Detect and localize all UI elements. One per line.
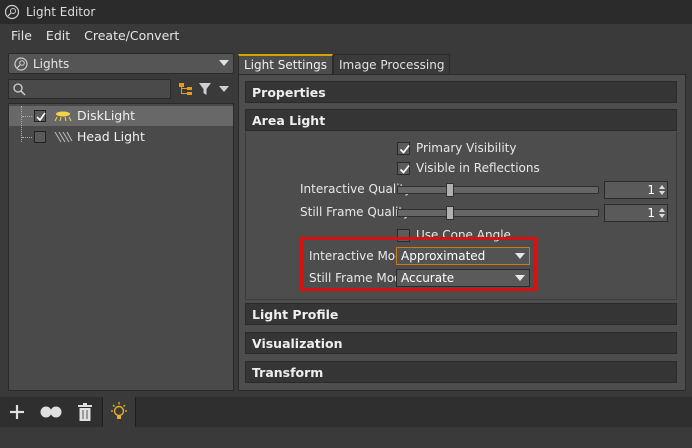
chevron-down-icon bbox=[219, 60, 229, 66]
menu-file[interactable]: File bbox=[4, 28, 39, 43]
tree-item-head-light[interactable]: Head Light bbox=[9, 127, 233, 147]
visible-in-reflections-checkbox[interactable] bbox=[397, 161, 410, 175]
section-properties[interactable]: Properties bbox=[245, 81, 677, 103]
interactive-quality-slider[interactable] bbox=[397, 183, 599, 197]
tree-item-label: DiskLight bbox=[77, 108, 136, 123]
delete-button[interactable] bbox=[68, 397, 102, 427]
disklight-visibility-checkbox[interactable] bbox=[34, 110, 46, 122]
disk-light-icon bbox=[54, 111, 72, 122]
slider-handle[interactable] bbox=[446, 206, 454, 220]
add-light-button[interactable] bbox=[0, 397, 34, 427]
section-light-profile[interactable]: Light Profile bbox=[245, 303, 677, 325]
plus-icon bbox=[10, 405, 24, 419]
tree-item-label: Head Light bbox=[77, 129, 145, 144]
light-mode-button[interactable] bbox=[102, 397, 136, 427]
checkmark-icon bbox=[36, 112, 46, 122]
head-light-icon bbox=[54, 131, 73, 143]
visible-in-reflections-row: Visible in Reflections bbox=[397, 158, 540, 178]
search-input[interactable] bbox=[27, 81, 175, 97]
lightbulb-icon bbox=[111, 402, 127, 419]
section-visualization[interactable]: Visualization bbox=[245, 332, 677, 354]
filter-button[interactable] bbox=[196, 79, 215, 99]
trash-icon bbox=[78, 403, 92, 421]
tree-item-disklight[interactable]: DiskLight bbox=[9, 106, 233, 142]
chevron-down-icon bbox=[219, 86, 230, 92]
visible-in-reflections-label: Visible in Reflections bbox=[416, 161, 540, 175]
tab-light-settings[interactable]: Light Settings bbox=[238, 54, 333, 74]
tab-image-processing[interactable]: Image Processing bbox=[332, 54, 451, 74]
spin-up-icon[interactable] bbox=[659, 208, 665, 212]
still-frame-quality-label: Still Frame Quality bbox=[300, 205, 411, 219]
menu-edit[interactable]: Edit bbox=[39, 28, 77, 43]
bottom-toolbar bbox=[0, 397, 692, 427]
window-title: Light Editor bbox=[26, 5, 96, 19]
section-transform[interactable]: Transform bbox=[245, 361, 677, 383]
interactive-quality-value: 1 bbox=[647, 183, 655, 197]
spin-down-icon[interactable] bbox=[659, 191, 665, 195]
checkmark-icon bbox=[399, 144, 410, 154]
head-light-visibility-checkbox[interactable] bbox=[34, 131, 46, 143]
primary-visibility-checkbox[interactable] bbox=[397, 141, 410, 155]
still-frame-quality-value: 1 bbox=[647, 206, 655, 220]
menu-create-convert[interactable]: Create/Convert bbox=[77, 28, 186, 43]
settings-tabs: Light Settings Image Processing bbox=[238, 54, 451, 74]
section-area-light[interactable]: Area Light bbox=[245, 109, 677, 131]
spin-up-icon[interactable] bbox=[659, 185, 665, 189]
filter-icon bbox=[199, 83, 212, 95]
lights-combo-label: Lights bbox=[33, 56, 70, 71]
highlight-annotation bbox=[300, 237, 537, 291]
primary-visibility-row: Primary Visibility bbox=[397, 138, 516, 158]
filter-options-button[interactable] bbox=[215, 79, 234, 99]
status-bar bbox=[0, 427, 692, 448]
primary-visibility-label: Primary Visibility bbox=[416, 141, 517, 155]
menu-bar: File Edit Create/Convert bbox=[0, 24, 692, 46]
lights-combo[interactable]: Lights bbox=[8, 53, 234, 74]
still-frame-quality-slider[interactable] bbox=[397, 206, 599, 220]
light-settings-panel: Properties Area Light Primary Visibility… bbox=[238, 74, 686, 391]
hierarchy-icon bbox=[179, 83, 193, 95]
tree-connector bbox=[22, 116, 32, 117]
search-row bbox=[8, 79, 234, 99]
tree-connector bbox=[22, 137, 32, 138]
light-bulb-icon bbox=[14, 56, 28, 71]
title-bar: Light Editor bbox=[0, 0, 692, 24]
duplicate-button[interactable] bbox=[34, 397, 68, 427]
still-frame-quality-field[interactable]: 1 bbox=[604, 204, 668, 222]
spin-down-icon[interactable] bbox=[659, 214, 665, 218]
slider-handle[interactable] bbox=[446, 183, 454, 197]
search-icon bbox=[13, 83, 26, 96]
lights-panel: Lights DiskLight Head Light bbox=[8, 53, 234, 391]
duplicate-icon bbox=[40, 406, 62, 418]
lights-tree: DiskLight Head Light bbox=[8, 103, 234, 391]
interactive-quality-field[interactable]: 1 bbox=[604, 181, 668, 199]
hierarchy-button[interactable] bbox=[177, 79, 196, 99]
app-light-icon bbox=[4, 4, 20, 20]
interactive-quality-label: Interactive Quality bbox=[300, 182, 412, 196]
search-box[interactable] bbox=[8, 79, 175, 99]
checkmark-icon bbox=[399, 164, 410, 174]
